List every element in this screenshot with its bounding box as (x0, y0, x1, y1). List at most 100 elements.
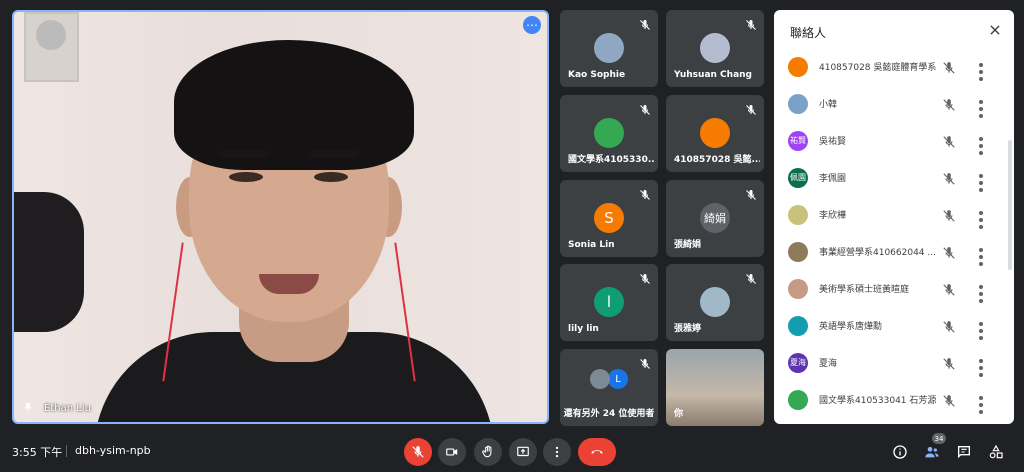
participant-tile[interactable]: S Sonia Lin (560, 180, 658, 257)
participant-name: 事業經營學系410662044 ... (819, 248, 936, 258)
participant-row[interactable]: 事業經營學系410662044 ... (774, 233, 1006, 270)
vertical-dots-icon[interactable] (978, 208, 984, 229)
avatar (788, 204, 808, 225)
avatar (590, 369, 610, 389)
camera-icon (446, 448, 458, 456)
avatar (700, 33, 730, 63)
avatar: S (594, 203, 624, 233)
avatar: 祐賢 (788, 130, 808, 151)
more-options-button[interactable] (543, 438, 571, 466)
participant-tile[interactable]: 綺娟 張綺娟 (666, 180, 764, 257)
participant-tile[interactable]: 你 (666, 349, 764, 426)
vertical-dots-icon[interactable] (978, 319, 984, 340)
mic-off-icon[interactable] (942, 171, 956, 185)
avatar (594, 118, 624, 148)
meeting-code: dbh-ysim-npb (75, 444, 151, 457)
avatar (700, 118, 730, 148)
mic-off-icon (639, 186, 651, 200)
avatar (788, 56, 808, 77)
mic-off-icon[interactable] (942, 245, 956, 259)
hand-icon (482, 445, 492, 458)
participants-panel: 聯絡人 410857028 吳懿庭體育學系 小韓 祐賢 吳祐賢 佩園 李佩園 李欣樺 事業經營… (774, 10, 1014, 424)
avatar: L (608, 369, 628, 389)
vertical-dots-icon[interactable] (978, 171, 984, 192)
mic-off-icon[interactable] (942, 208, 956, 222)
participant-count-badge: 34 (932, 433, 946, 444)
avatar (700, 287, 730, 317)
mic-off-icon[interactable] (942, 356, 956, 370)
participant-row[interactable]: 美術學系碩士班黃暄庭 (774, 270, 1006, 307)
participant-name: 吳祐賢 (819, 137, 847, 147)
info-icon[interactable] (892, 444, 908, 460)
vertical-dots-icon[interactable] (978, 282, 984, 303)
participant-tile[interactable]: L 還有另外 24 位使用者 (560, 349, 658, 426)
participant-tile[interactable]: l lily lin (560, 264, 658, 341)
participant-tile[interactable]: Yuhsuan Chang (666, 10, 764, 87)
participant-tile[interactable]: 國文學系4105330... (560, 95, 658, 172)
participant-row[interactable]: 410857028 吳懿庭體育學系 (774, 48, 1006, 85)
mic-off-icon[interactable] (942, 97, 956, 111)
participant-name: 夏海 (819, 359, 838, 369)
pin-icon[interactable] (22, 401, 34, 416)
participant-tile[interactable]: 410857028 吳懿... (666, 95, 764, 172)
mic-off-icon[interactable] (942, 282, 956, 296)
participants-list: 410857028 吳懿庭體育學系小韓祐賢 吳祐賢佩園 李佩園李欣樺事業經營學系41… (774, 48, 1006, 418)
mic-off-icon[interactable] (942, 60, 956, 74)
participant-name: 國文學系4105330... (568, 155, 654, 165)
mic-off-icon[interactable] (942, 393, 956, 407)
speaker-brow-left (219, 150, 269, 158)
participant-name: 還有另外 24 位使用者 (563, 409, 655, 419)
participant-name: 英語學系唐燁勳 (819, 322, 883, 332)
speaker-eye-left (229, 172, 263, 182)
participant-row[interactable]: 祐賢 吳祐賢 (774, 122, 1006, 159)
divider (66, 445, 67, 457)
mic-off-icon (745, 101, 757, 115)
people-icon[interactable] (924, 444, 940, 460)
participant-tile[interactable]: Kao Sophie (560, 10, 658, 87)
avatar (788, 93, 808, 114)
participant-row[interactable]: 李欣樺 (774, 196, 1006, 233)
avatar (788, 278, 808, 299)
speaker-brow-right (309, 150, 359, 158)
panel-scrollbar[interactable] (1008, 140, 1012, 270)
participant-name: 美術學系碩士班黃暄庭 (819, 285, 910, 295)
more-options-icon[interactable]: ⋯ (523, 16, 541, 34)
activities-icon[interactable] (988, 444, 1004, 460)
present-screen-button[interactable] (509, 438, 537, 466)
chat-icon[interactable] (956, 444, 972, 460)
vertical-dots-icon[interactable] (978, 393, 984, 414)
present-icon (517, 446, 529, 457)
mic-off-icon[interactable] (942, 134, 956, 148)
avatar (788, 241, 808, 262)
participant-row[interactable]: 國文學系410533041 石芳源 (774, 381, 1006, 418)
participant-name: 李欣樺 (819, 211, 847, 221)
participant-row[interactable]: 佩園 李佩園 (774, 159, 1006, 196)
vertical-dots-icon[interactable] (978, 134, 984, 155)
participant-name: 國文學系410533041 石芳源 (819, 396, 937, 406)
participant-row[interactable]: 夏海 夏海 (774, 344, 1006, 381)
vertical-dots-icon[interactable] (978, 245, 984, 266)
main-speaker-video[interactable]: ⋯ Ethan Liu (12, 10, 549, 424)
participant-name: 張雅婷 (674, 324, 702, 334)
participant-tile[interactable]: 張雅婷 (666, 264, 764, 341)
vertical-dots-icon[interactable] (978, 97, 984, 118)
mic-off-icon (639, 101, 651, 115)
mic-off-icon[interactable] (942, 319, 956, 333)
wall-decoration-circle (36, 20, 66, 50)
microphone-object (14, 192, 84, 332)
participant-name: 410857028 吳懿庭體育學系 (819, 63, 937, 73)
leave-call-button[interactable] (578, 438, 616, 466)
bottom-bar: 3:55 下午 dbh-ysim-npb (0, 430, 1024, 472)
camera-toggle-button[interactable] (438, 438, 466, 466)
participant-row[interactable]: 英語學系唐燁勳 (774, 307, 1006, 344)
mic-toggle-button[interactable] (404, 438, 432, 466)
raise-hand-button[interactable] (474, 438, 502, 466)
vertical-dots-icon[interactable] (978, 356, 984, 377)
vertical-dots-icon[interactable] (978, 60, 984, 81)
avatar: l (594, 287, 624, 317)
speaker-hair (174, 40, 414, 170)
participant-row[interactable]: 小韓 (774, 85, 1006, 122)
avatar: 佩園 (788, 167, 808, 188)
mic-off-icon (639, 16, 651, 30)
close-icon[interactable] (988, 23, 1002, 37)
